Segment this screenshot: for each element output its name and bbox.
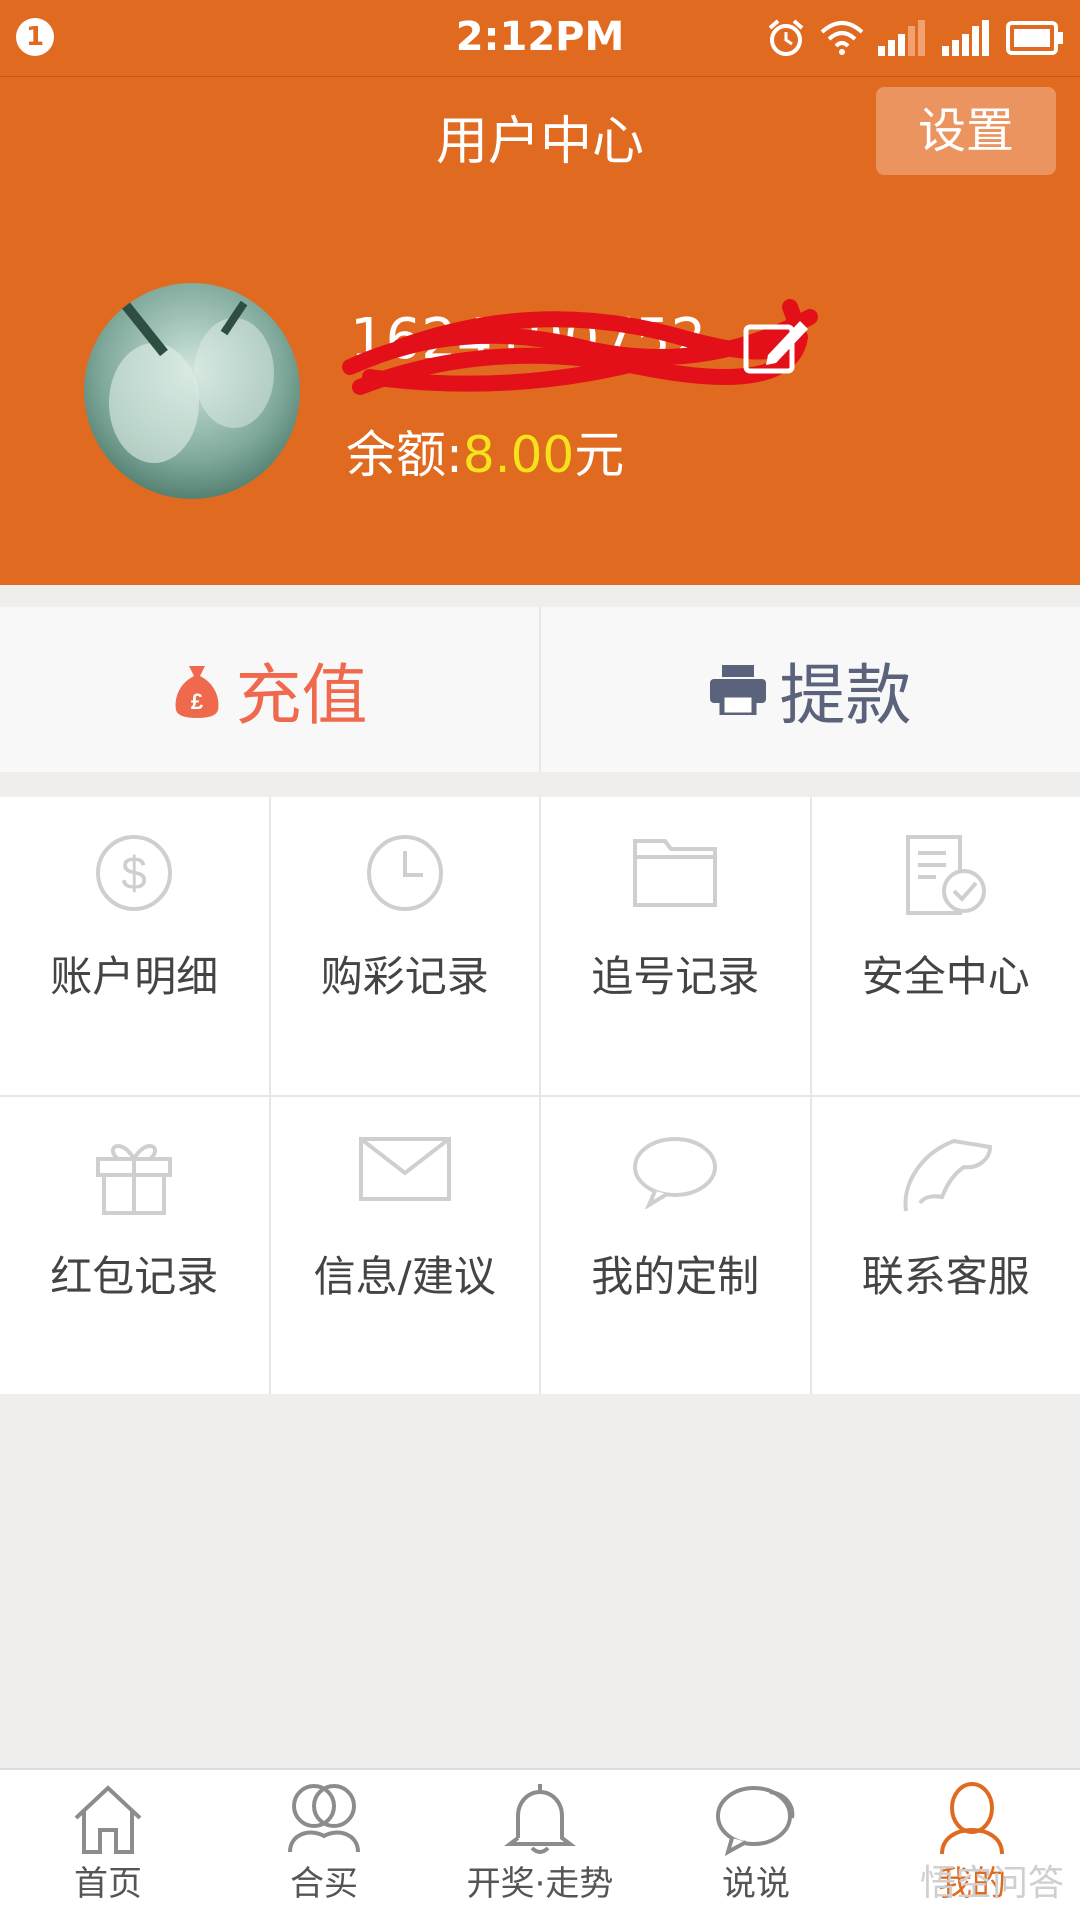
menu-item-contact-support[interactable]: 联系客服 [812, 1097, 1080, 1395]
alarm-icon [766, 18, 806, 58]
wifi-icon [820, 20, 864, 56]
edit-icon[interactable] [740, 313, 810, 377]
status-bar: 1 2:12PM [0, 0, 1080, 76]
signal-icon-2 [942, 20, 992, 56]
tab-label: 开奖·走势 [432, 1856, 648, 1905]
gift-icon [94, 1133, 174, 1217]
status-icons [766, 16, 1064, 60]
withdraw-label: 提款 [780, 642, 912, 738]
tab-label: 首页 [0, 1856, 216, 1905]
tab-label: 说说 [648, 1856, 864, 1905]
avatar[interactable] [84, 283, 300, 499]
phone-icon [898, 1133, 994, 1217]
tab-home[interactable]: 首页 [0, 1770, 216, 1920]
bell-icon [504, 1780, 576, 1856]
menu-grid: $ 账户明细 购彩记录 追号记录 安全中心 红包记录 [0, 797, 1080, 1394]
dollar-circle-icon: $ [94, 833, 174, 913]
balance-unit: 元 [574, 426, 624, 484]
home-icon [70, 1780, 146, 1856]
menu-item-label: 红包记录 [0, 1243, 269, 1304]
menu-item-label: 联系客服 [812, 1243, 1080, 1304]
chat-icon [714, 1780, 798, 1856]
menu-item-label: 信息/建议 [271, 1243, 540, 1304]
menu-item-security-center[interactable]: 安全中心 [812, 797, 1080, 1095]
bottom-tab-bar: 首页 合买 开奖·走势 说说 我的 [0, 1768, 1080, 1920]
menu-item-label: 账户明细 [0, 943, 269, 1004]
svg-text:£: £ [190, 689, 203, 714]
balance-amount: 8.00 [463, 426, 574, 484]
svg-text:$: $ [121, 847, 147, 899]
money-bag-icon: £ [172, 662, 222, 718]
watermark: 悟空问答 [920, 1854, 1064, 1906]
tab-talk[interactable]: 说说 [648, 1770, 864, 1920]
menu-item-messages-suggestions[interactable]: 信息/建议 [271, 1097, 540, 1395]
menu-item-label: 购彩记录 [271, 943, 540, 1004]
recharge-button[interactable]: £ 充值 [0, 607, 541, 772]
tab-group-buy[interactable]: 合买 [216, 1770, 432, 1920]
clock-icon [365, 833, 445, 913]
withdraw-button[interactable]: 提款 [541, 607, 1080, 772]
balance: 余额:8.00元 [346, 415, 624, 487]
signal-icon [878, 20, 928, 56]
action-bar: £ 充值 提款 [0, 607, 1080, 772]
profile-header: 用户中心 设置 1624190752 余额:8.00元 [0, 76, 1080, 585]
printer-icon [710, 665, 766, 715]
settings-button[interactable]: 设置 [876, 87, 1056, 175]
document-check-icon [902, 833, 990, 917]
recharge-label: 充值 [236, 642, 368, 738]
user-icon [936, 1780, 1008, 1856]
menu-item-account-details[interactable]: $ 账户明细 [0, 797, 269, 1095]
tab-label: 合买 [216, 1856, 432, 1905]
group-icon [284, 1780, 364, 1856]
menu-item-label: 安全中心 [812, 943, 1080, 1004]
menu-item-label: 我的定制 [541, 1243, 810, 1304]
folder-icon [631, 833, 719, 909]
tab-lottery-results-trends[interactable]: 开奖·走势 [432, 1770, 648, 1920]
chat-bubble-icon [631, 1133, 719, 1209]
balance-label: 余额: [346, 426, 463, 484]
menu-item-chase-records[interactable]: 追号记录 [541, 797, 810, 1095]
mail-icon [357, 1133, 453, 1205]
menu-item-my-customization[interactable]: 我的定制 [541, 1097, 810, 1395]
menu-item-label: 追号记录 [541, 943, 810, 1004]
battery-icon [1006, 21, 1064, 55]
menu-item-purchase-records[interactable]: 购彩记录 [271, 797, 540, 1095]
menu-item-red-packet-records[interactable]: 红包记录 [0, 1097, 269, 1395]
